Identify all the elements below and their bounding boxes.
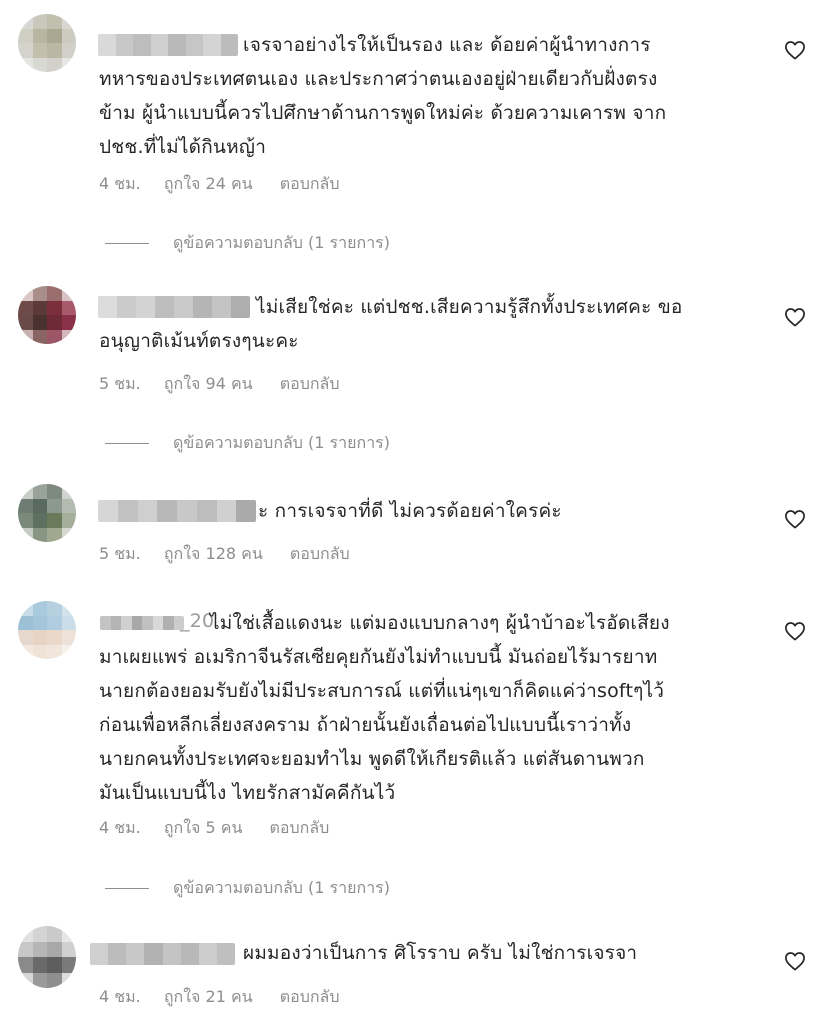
timestamp: 4 ชม. — [99, 987, 141, 1006]
username-pixel — [126, 943, 145, 965]
heart-icon[interactable] — [784, 951, 806, 971]
comment-meta: 4 ชม. ถูกใจ 21 คน ตอบกลับ — [99, 985, 358, 1010]
username-blurred[interactable] — [90, 943, 235, 965]
avatar[interactable] — [18, 926, 76, 988]
avatar-pixel — [61, 926, 76, 942]
avatar-pixel — [61, 972, 76, 988]
avatar-pixel — [32, 972, 47, 988]
username-pixel — [108, 943, 127, 965]
username-pixel — [162, 943, 181, 965]
avatar-pixel — [61, 957, 76, 973]
avatar-pixel — [32, 941, 47, 957]
avatar-pixel — [47, 926, 62, 942]
like-count[interactable]: ถูกใจ 21 คน — [164, 985, 253, 1010]
avatar-pixel — [32, 926, 47, 942]
comment-5: ผมมองว่าเป็นการ ศิโรราบ ครับ ไม่ใช่การเจ… — [0, 0, 820, 1021]
username-pixel — [90, 943, 109, 965]
avatar-pixel — [18, 941, 33, 957]
reply-button[interactable]: ตอบกลับ — [280, 985, 340, 1010]
username-pixel — [144, 943, 163, 965]
comment-text: ผมมองว่าเป็นการ ศิโรราบ ครับ ไม่ใช่การเจ… — [243, 942, 638, 964]
avatar-pixel — [47, 941, 62, 957]
username-pixel — [198, 943, 217, 965]
avatar-pixel — [47, 972, 62, 988]
avatar-pixel — [18, 957, 33, 973]
username-pixel — [216, 943, 235, 965]
avatar-pixel — [32, 957, 47, 973]
avatar-pixel — [47, 957, 62, 973]
avatar-pixel — [18, 972, 33, 988]
avatar-pixel — [18, 926, 33, 942]
username-pixel — [180, 943, 199, 965]
avatar-pixel — [61, 941, 76, 957]
